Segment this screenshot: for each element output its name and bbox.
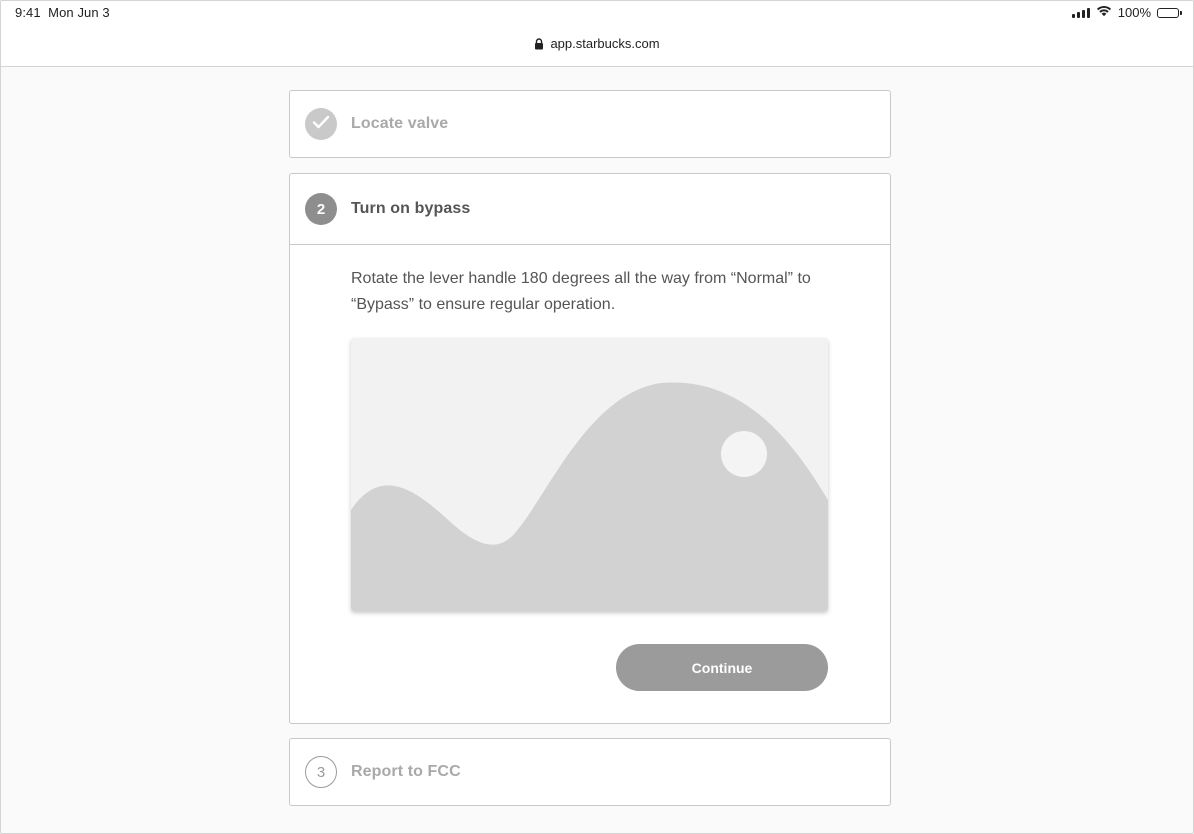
battery-icon xyxy=(1157,7,1182,18)
status-date: Mon Jun 3 xyxy=(48,5,110,20)
checkmark-icon xyxy=(312,115,330,133)
step-number-badge: 3 xyxy=(305,756,337,788)
step-card-locate-valve[interactable]: Locate valve xyxy=(289,90,891,158)
status-time: 9:41 Mon Jun 3 xyxy=(15,5,110,20)
signal-icon xyxy=(1071,7,1090,18)
status-indicators: 100% xyxy=(1071,5,1182,20)
step-instruction: Rotate the lever handle 180 degrees all … xyxy=(351,270,811,313)
continue-button[interactable]: Continue xyxy=(616,644,828,691)
image-placeholder xyxy=(351,338,828,611)
lock-icon xyxy=(534,37,544,50)
step-header[interactable]: 2 Turn on bypass xyxy=(290,174,890,244)
browser-top-bar: 9:41 Mon Jun 3 100% app.starbucks.com xyxy=(1,1,1193,67)
step-body: Rotate the lever handle 180 degrees all … xyxy=(290,244,890,724)
step-header[interactable]: 3 Report to FCC xyxy=(290,739,890,805)
step-card-turn-on-bypass: 2 Turn on bypass Rotate the lever handle… xyxy=(289,173,891,724)
step-title: Report to FCC xyxy=(351,763,461,780)
step-title: Turn on bypass xyxy=(351,200,471,217)
step-header[interactable]: Locate valve xyxy=(290,91,890,157)
url-text: app.starbucks.com xyxy=(550,36,660,51)
step-complete-indicator xyxy=(305,108,337,140)
app-frame: 9:41 Mon Jun 3 100% app.starbucks.com Lo… xyxy=(0,0,1194,834)
wifi-icon xyxy=(1096,5,1112,20)
step-title: Locate valve xyxy=(351,115,449,132)
battery-percent: 100% xyxy=(1117,5,1151,20)
landscape-image-icon xyxy=(351,338,828,611)
address-bar[interactable]: app.starbucks.com xyxy=(1,36,1193,51)
status-clock: 9:41 xyxy=(15,5,41,20)
step-number-badge: 2 xyxy=(305,193,337,225)
step-card-report-to-fcc[interactable]: 3 Report to FCC xyxy=(289,738,891,806)
